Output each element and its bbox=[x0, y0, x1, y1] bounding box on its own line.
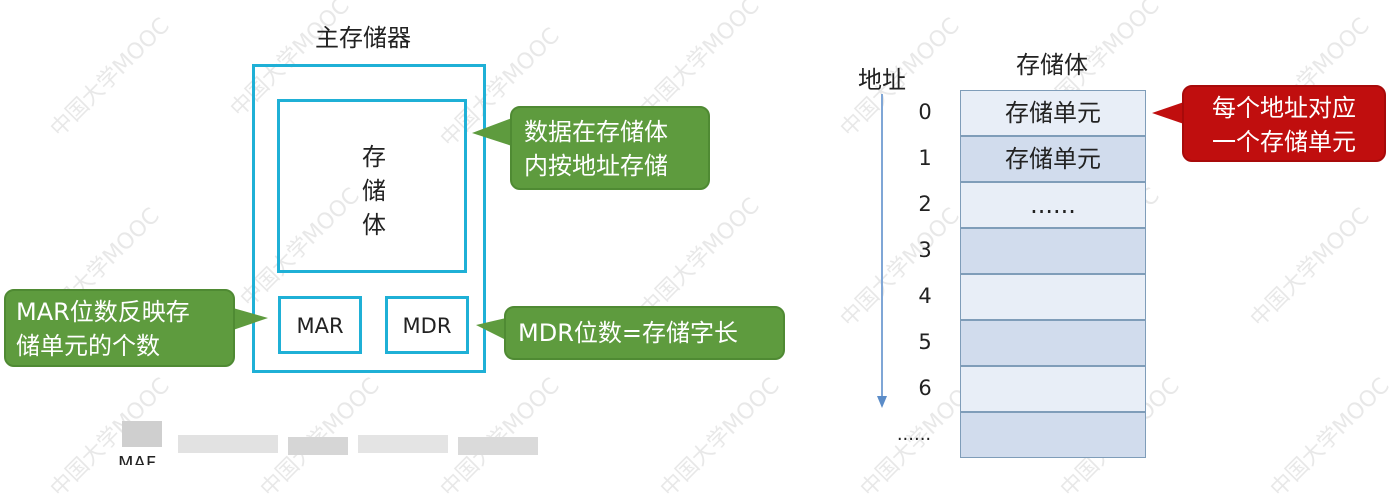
callout-line: 储单元的个数 bbox=[16, 332, 160, 360]
callout-mar: MAR位数反映存 储单元的个数 bbox=[4, 289, 235, 367]
callout-data-storage: 数据在存储体 内按地址存储 bbox=[510, 106, 710, 190]
callout-addr-pointer bbox=[1152, 102, 1184, 124]
callout-mdr-pointer bbox=[476, 318, 506, 340]
address-number: 4 bbox=[918, 284, 932, 308]
address-number: 5 bbox=[918, 330, 932, 354]
storage-body-title: 存储体 bbox=[1016, 51, 1088, 79]
storage-cell bbox=[960, 228, 1146, 274]
storage-cell bbox=[960, 412, 1146, 458]
address-number: 3 bbox=[918, 238, 932, 262]
address-label: 地址 bbox=[858, 66, 906, 94]
address-number: ...... bbox=[896, 424, 932, 445]
callout-pointers bbox=[233, 94, 1184, 408]
address-number: 2 bbox=[918, 192, 932, 216]
address-number: 1 bbox=[918, 146, 932, 170]
address-number: 6 bbox=[918, 376, 932, 400]
callout-line: 每个地址对应 bbox=[1212, 94, 1356, 122]
callout-mdr: MDR位数=存储字长 bbox=[504, 306, 785, 360]
storage-cell: 存储单元 bbox=[960, 90, 1146, 136]
storage-cell: ...... bbox=[960, 182, 1146, 228]
storage-cell: 存储单元 bbox=[960, 136, 1146, 182]
address-number: 0 bbox=[918, 100, 932, 124]
callout-address-mapping: 每个地址对应 一个存储单元 bbox=[1182, 85, 1386, 162]
callout-line: 一个存储单元 bbox=[1212, 128, 1356, 156]
blurred-footer: MAF bbox=[118, 419, 538, 465]
callout-data-pointer bbox=[472, 118, 512, 146]
storage-cell bbox=[960, 366, 1146, 412]
address-arrow-head bbox=[877, 396, 887, 408]
storage-cell bbox=[960, 320, 1146, 366]
footer-text-fragment: MAF bbox=[118, 453, 157, 465]
callout-line: 数据在存储体 bbox=[524, 118, 668, 146]
callout-line: MAR位数反映存 bbox=[16, 298, 190, 326]
callout-mar-pointer bbox=[233, 308, 268, 330]
callout-line: 内按地址存储 bbox=[524, 152, 668, 180]
storage-cell bbox=[960, 274, 1146, 320]
